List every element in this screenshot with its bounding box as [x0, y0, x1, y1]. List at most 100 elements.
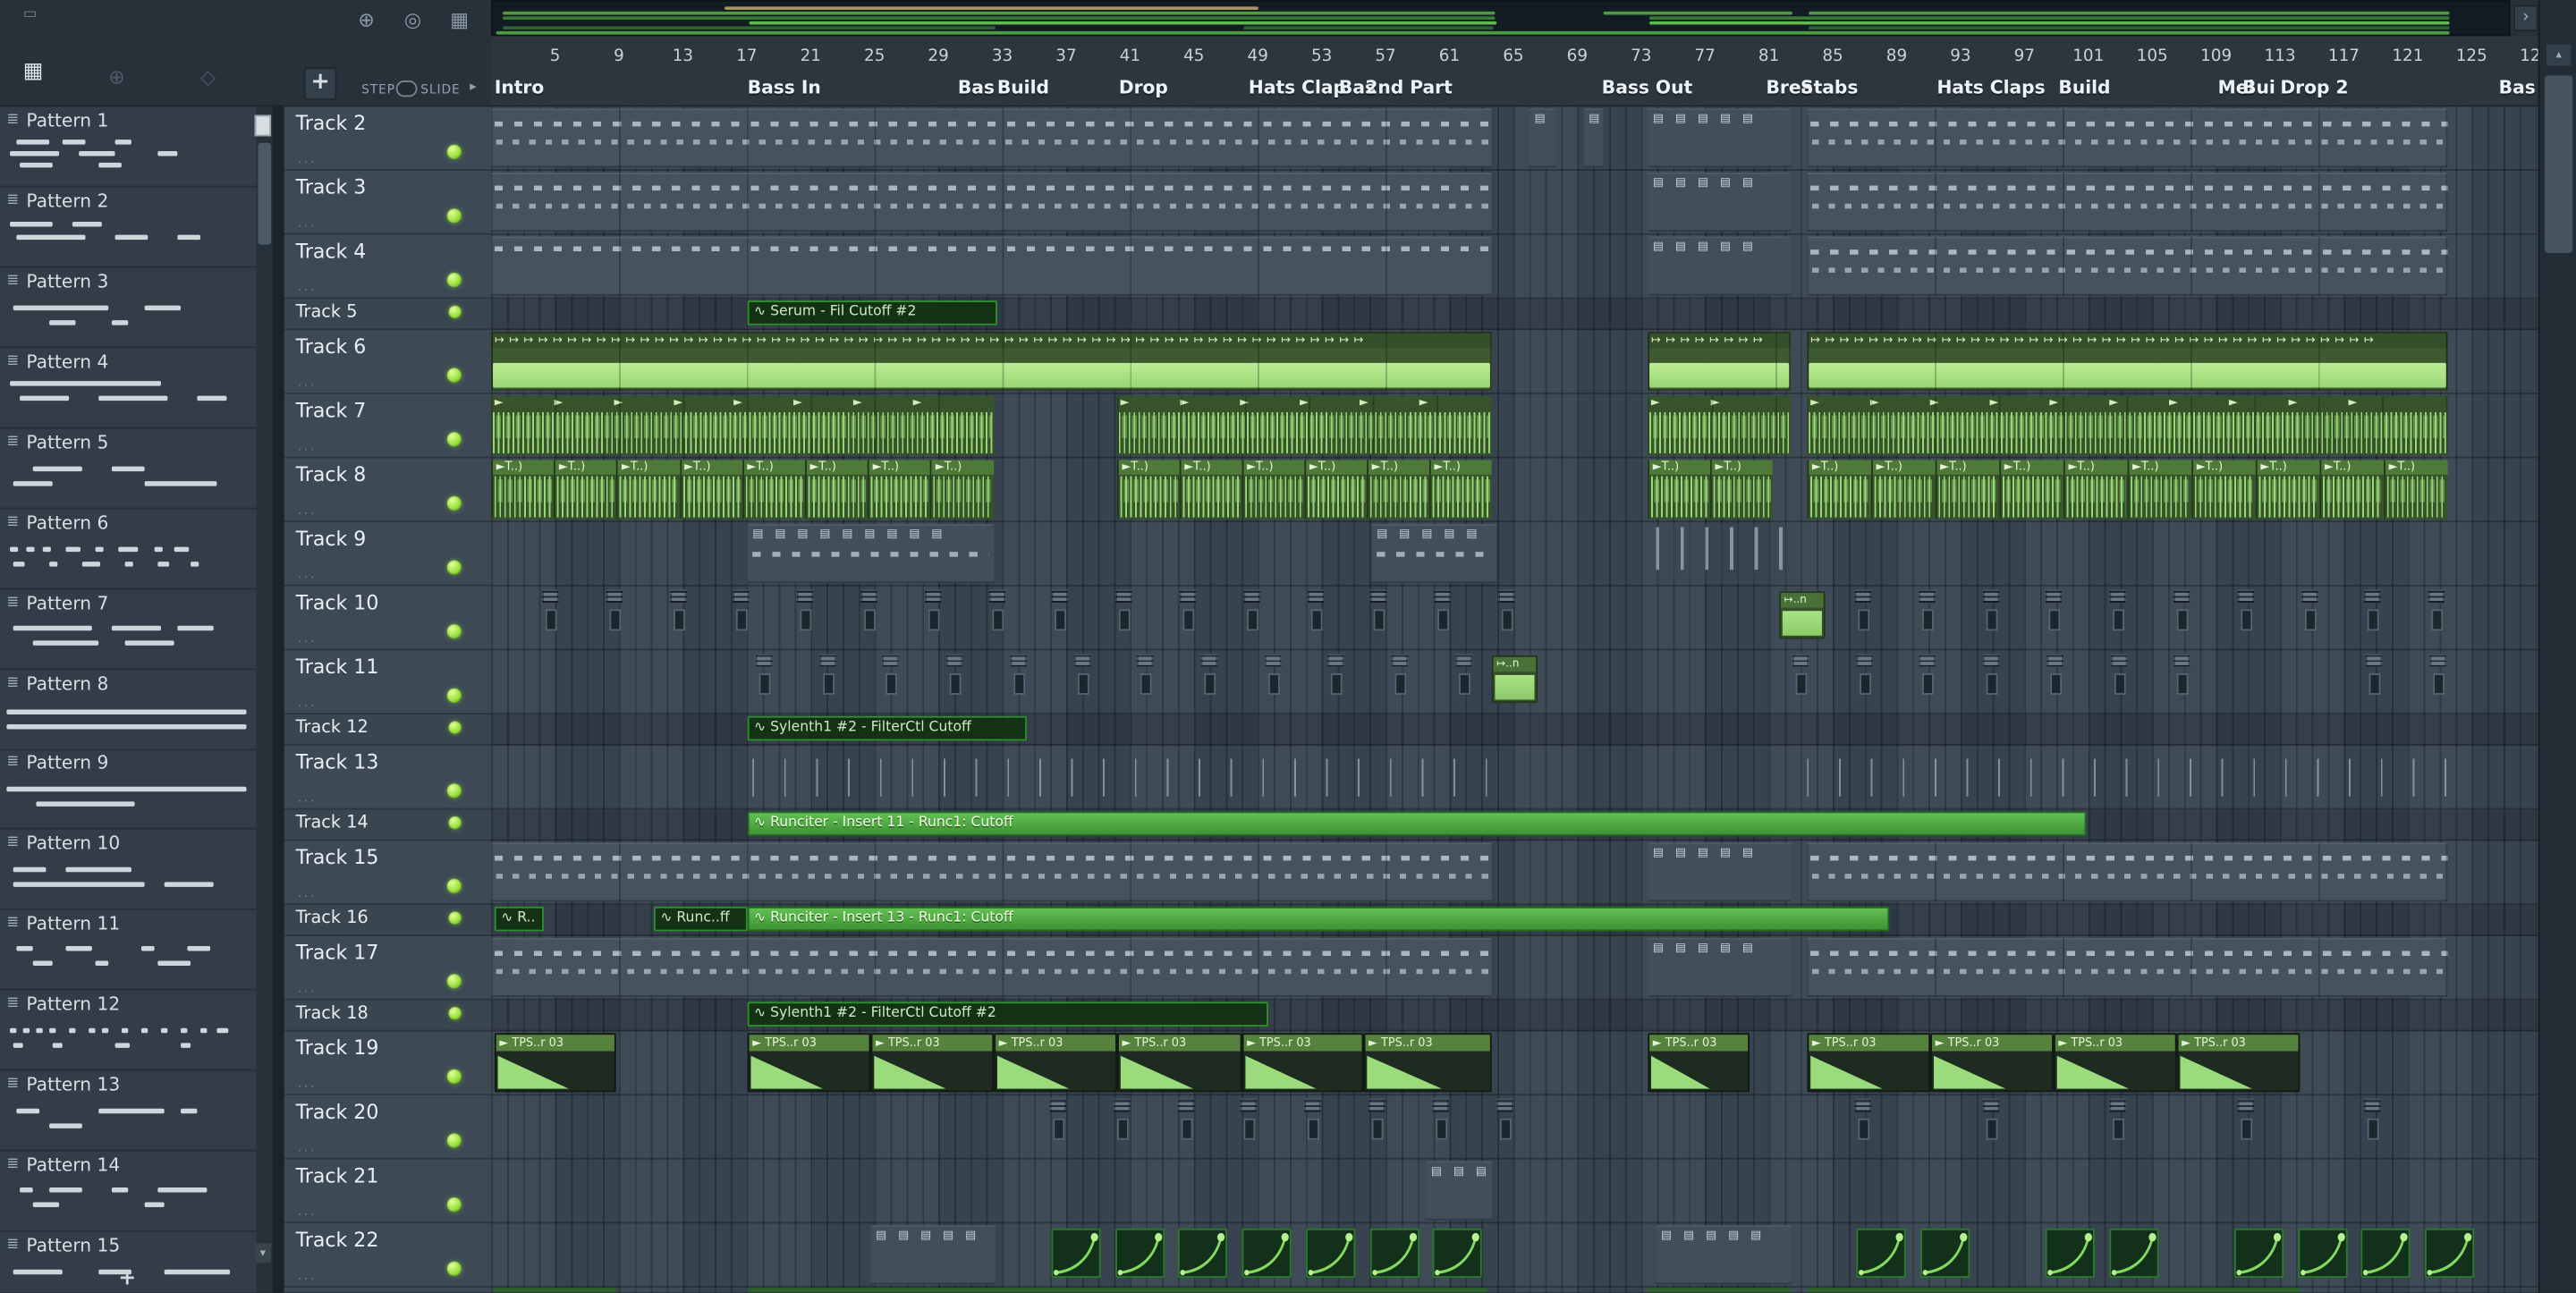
track-mute-led[interactable] [446, 1069, 462, 1085]
pattern-clip[interactable] [1807, 937, 2448, 997]
pattern-item[interactable]: ≣ Pattern 7 [0, 589, 273, 670]
mini-pattern-clip[interactable] [1177, 1098, 1197, 1140]
audio-clip[interactable]: ►T..) [2191, 460, 2256, 520]
mini-pattern-clip[interactable] [1113, 1098, 1133, 1140]
mini-pattern-clip[interactable] [1049, 1098, 1070, 1140]
mini-pattern-clip[interactable] [1982, 1098, 2002, 1140]
track-header[interactable]: Track 16 [284, 905, 492, 936]
mini-pattern-clip[interactable] [818, 654, 839, 695]
pattern-clip[interactable] [491, 236, 1492, 296]
pattern-item[interactable]: ≣ Pattern 1 [0, 106, 273, 188]
mini-pattern-clip[interactable] [1010, 654, 1030, 695]
track-options-grip[interactable]: ... [297, 438, 316, 454]
track-options-grip[interactable]: ... [297, 981, 316, 997]
playlist-timeline[interactable]: 5 9 13 17 21 25 29 33 37 41 45 49 53 57 61 65 69 73 77 81 85… [491, 36, 2538, 107]
pattern-clip[interactable] [491, 108, 1492, 168]
audio-clip[interactable]: ►►►►►► [1116, 395, 1492, 455]
track-mute-led[interactable] [446, 208, 462, 224]
track-mute-led[interactable] [446, 878, 462, 894]
note-tick-clips[interactable] [752, 758, 1496, 797]
section-marker[interactable]: Stabs [1801, 77, 1858, 98]
track-options-grip[interactable]: ... [297, 695, 316, 711]
track-header[interactable]: Track 14 [284, 809, 492, 841]
audio-clip[interactable]: ►T..) [868, 460, 931, 520]
pattern-item[interactable]: ≣ Pattern 14 [0, 1152, 273, 1232]
track-options-grip[interactable]: ... [297, 790, 316, 806]
section-marker[interactable]: Hats Clap [1249, 77, 1346, 98]
automation-curve-clip[interactable] [1305, 1228, 1355, 1278]
mini-pattern-clip[interactable] [1137, 654, 1157, 695]
mini-pattern-clip[interactable] [987, 589, 1008, 631]
audio-clip[interactable]: ►T..) [491, 460, 555, 520]
mini-pattern-clip[interactable] [2237, 1098, 2257, 1140]
mini-pattern-clip[interactable] [1370, 589, 1391, 631]
mini-pattern-clip[interactable] [1454, 654, 1475, 695]
view-grid-icon[interactable]: ▦ [450, 8, 469, 31]
audio-clip[interactable]: ►T..) [1116, 460, 1180, 520]
section-marker[interactable]: Bas [958, 77, 995, 98]
track-mute-led[interactable] [446, 368, 462, 383]
mini-pattern-clip[interactable] [1179, 589, 1199, 631]
section-marker[interactable]: Bas [2499, 77, 2536, 98]
track-options-grip[interactable]: ... [297, 1268, 316, 1284]
pattern-clip[interactable] [1807, 842, 2448, 902]
pattern-item[interactable]: ≣ Pattern 3 [0, 267, 273, 349]
mini-pattern-clip[interactable] [1919, 654, 1939, 695]
pattern-list-scroll-down-button[interactable]: ▾ [254, 1243, 272, 1263]
scrollbar-thumb[interactable] [258, 142, 272, 245]
track-header[interactable]: Track 8... [284, 458, 492, 523]
pattern-item[interactable]: ≣ Pattern 8 [0, 669, 273, 750]
audio-clip[interactable]: ►T..) [616, 460, 680, 520]
audio-clip[interactable]: ►T..) [2319, 460, 2385, 520]
track-header[interactable]: Track 5 [284, 299, 492, 331]
pattern-clip[interactable] [1656, 523, 1792, 584]
audio-clip[interactable]: ►T..) [930, 460, 994, 520]
audio-clip[interactable]: ► TPS..r 03 [2053, 1033, 2177, 1093]
mini-pattern-clip[interactable] [2365, 654, 2385, 695]
audio-clip[interactable]: ► TPS..r 03 [494, 1033, 616, 1093]
section-marker[interactable]: Intro [495, 77, 544, 98]
automation-clip[interactable]: ∿ Sylenth1 #2 - FilterCtl Cutoff [747, 715, 1027, 741]
mini-pattern-clip[interactable] [2364, 589, 2385, 631]
audio-clip[interactable]: ↦..n [1491, 655, 1538, 704]
track-mute-led[interactable] [446, 495, 462, 511]
audio-clip[interactable]: ►T..) [2063, 460, 2128, 520]
track-mute-led[interactable] [446, 272, 462, 288]
slide-arrow-icon[interactable]: ▸ [470, 79, 476, 94]
mini-pattern-clip[interactable] [1792, 654, 1812, 695]
mini-pattern-clip[interactable] [1307, 589, 1326, 631]
audio-clip[interactable]: ►►►►►►►► [491, 395, 995, 455]
track-mute-led[interactable] [446, 1133, 462, 1148]
automation-clip[interactable]: ∿ Sylenth1 #2 - FilterCtl Cutoff #2 [747, 1001, 1268, 1027]
track-mute-led[interactable] [448, 911, 462, 925]
track-mute-led[interactable] [446, 783, 462, 799]
track-header[interactable]: Track 17... [284, 935, 492, 1001]
audio-clip[interactable]: ►T..) [1871, 460, 1936, 520]
pattern-clip[interactable]: ▤▤▤▤▤ [1648, 937, 1792, 997]
snap-magnet-icon[interactable]: ◎ [404, 8, 421, 31]
pattern-list-scroll-top-button[interactable] [254, 114, 272, 137]
note-tick-clips[interactable] [1807, 758, 2448, 797]
mini-pattern-clip[interactable] [1073, 654, 1093, 695]
mini-pattern-clip[interactable] [755, 654, 775, 695]
audio-clip[interactable]: ►T..) [1999, 460, 2063, 520]
track-options-grip[interactable]: ... [297, 630, 316, 646]
track-mute-led[interactable] [446, 974, 462, 989]
track-header[interactable]: Track 21... [284, 1159, 492, 1224]
mini-pattern-clip[interactable] [1241, 1098, 1260, 1140]
track-header[interactable]: Track 3... [284, 171, 492, 235]
audio-clip[interactable]: ►T..) [1807, 460, 1872, 520]
add-button[interactable]: + [303, 67, 337, 101]
track-options-grip[interactable]: ... [297, 567, 316, 583]
scroll-up-button[interactable]: ▴ [2546, 44, 2572, 66]
mini-pattern-clip[interactable] [797, 589, 817, 631]
automation-curve-clip[interactable] [1051, 1228, 1101, 1278]
track-header[interactable]: Track 18 [284, 1000, 492, 1032]
track-mute-led[interactable] [448, 816, 462, 830]
pattern-item[interactable]: ≣ Pattern 10 [0, 830, 273, 911]
track-header[interactable]: Track 9... [284, 522, 492, 587]
track-mute-led[interactable] [448, 721, 462, 735]
audio-clip[interactable]: ↦↦↦↦↦↦↦↦↦↦↦↦↦↦↦↦↦↦↦↦↦↦↦↦↦↦↦↦↦↦↦↦↦↦↦↦↦↦↦ [1807, 332, 2448, 392]
add-pattern-button[interactable]: + [118, 1266, 136, 1291]
audio-clip[interactable]: ►T..) [1710, 460, 1773, 520]
